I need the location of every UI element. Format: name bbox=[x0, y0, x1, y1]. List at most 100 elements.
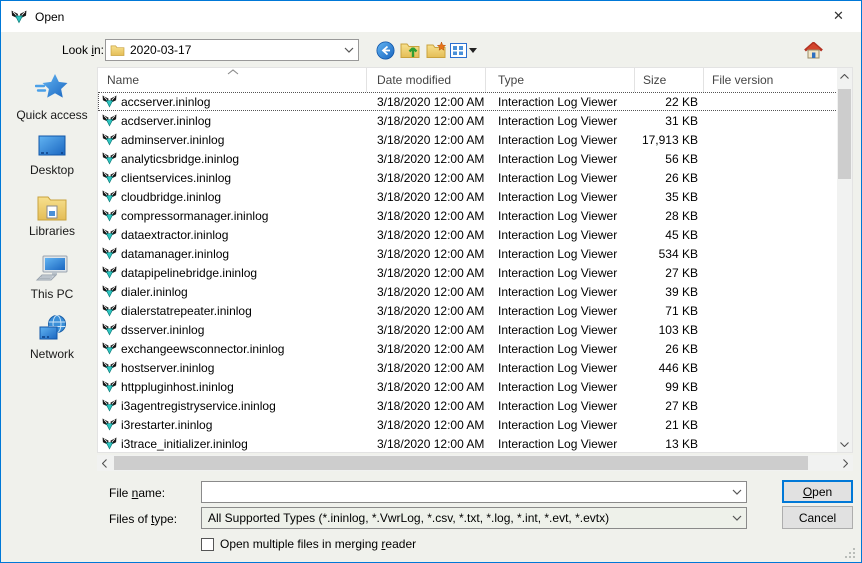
file-date-modified-text: 3/18/2020 12:00 AM bbox=[367, 418, 486, 432]
file-name-text: analyticsbridge.ininlog bbox=[121, 152, 239, 166]
file-type-text: Interaction Log Viewer bbox=[486, 133, 635, 147]
file-row[interactable]: dialerstatrepeater.ininlog 3/18/2020 12:… bbox=[98, 301, 838, 320]
file-row[interactable]: dsserver.ininlog 3/18/2020 12:00 AM Inte… bbox=[98, 320, 838, 339]
file-size-text: 31 KB bbox=[635, 114, 704, 128]
file-size-text: 21 KB bbox=[635, 418, 704, 432]
column-header-file-version[interactable]: File version bbox=[704, 68, 838, 92]
ininlog-file-icon bbox=[102, 246, 117, 261]
file-row[interactable]: datapipelinebridge.ininlog 3/18/2020 12:… bbox=[98, 263, 838, 282]
scroll-right-icon[interactable] bbox=[838, 455, 853, 471]
column-header-type[interactable]: Type bbox=[486, 68, 635, 92]
file-size-text: 13 KB bbox=[635, 437, 704, 451]
sidebar-item-label: Quick access bbox=[16, 108, 87, 122]
file-type-text: Interaction Log Viewer bbox=[486, 114, 635, 128]
file-type-text: Interaction Log Viewer bbox=[486, 285, 635, 299]
sort-ascending-icon bbox=[227, 69, 239, 75]
sidebar-item-network[interactable]: Network bbox=[7, 314, 97, 361]
file-row[interactable]: clientservices.ininlog 3/18/2020 12:00 A… bbox=[98, 168, 838, 187]
file-date-modified-text: 3/18/2020 12:00 AM bbox=[367, 190, 486, 204]
file-size-text: 26 KB bbox=[635, 171, 704, 185]
file-row[interactable]: exchangeewsconnector.ininlog 3/18/2020 1… bbox=[98, 339, 838, 358]
sidebar-item-desktop[interactable]: Desktop bbox=[7, 134, 97, 177]
file-name-text: dialerstatrepeater.ininlog bbox=[121, 304, 252, 318]
file-row[interactable]: acdserver.ininlog 3/18/2020 12:00 AM Int… bbox=[98, 111, 838, 130]
file-row[interactable]: compressormanager.ininlog 3/18/2020 12:0… bbox=[98, 206, 838, 225]
look-in-dropdown[interactable]: 2020-03-17 bbox=[105, 39, 359, 61]
file-name-text: dsserver.ininlog bbox=[121, 323, 204, 337]
file-row[interactable]: i3restarter.ininlog 3/18/2020 12:00 AM I… bbox=[98, 415, 838, 434]
file-date-modified-text: 3/18/2020 12:00 AM bbox=[367, 266, 486, 280]
up-one-level-icon[interactable] bbox=[399, 40, 421, 60]
column-header-date-modified[interactable]: Date modified bbox=[367, 68, 486, 92]
app-logo-icon bbox=[11, 9, 27, 25]
file-size-text: 28 KB bbox=[635, 209, 704, 223]
file-size-text: 534 KB bbox=[635, 247, 704, 261]
horizontal-scrollbar[interactable] bbox=[97, 455, 853, 471]
vertical-scroll-thumb[interactable] bbox=[838, 89, 851, 179]
file-date-modified-text: 3/18/2020 12:00 AM bbox=[367, 95, 486, 109]
file-row[interactable]: accserver.ininlog 3/18/2020 12:00 AM Int… bbox=[98, 92, 838, 111]
file-row[interactable]: dataextractor.ininlog 3/18/2020 12:00 AM… bbox=[98, 225, 838, 244]
file-row[interactable]: datamanager.ininlog 3/18/2020 12:00 AM I… bbox=[98, 244, 838, 263]
sidebar-item-quick-access[interactable]: Quick access bbox=[7, 73, 97, 122]
scroll-left-icon[interactable] bbox=[97, 455, 112, 471]
chevron-down-icon[interactable] bbox=[340, 40, 358, 60]
file-type-text: Interaction Log Viewer bbox=[486, 95, 635, 109]
files-of-type-dropdown[interactable]: All Supported Types (*.ininlog, *.VwrLog… bbox=[201, 507, 747, 529]
file-date-modified-text: 3/18/2020 12:00 AM bbox=[367, 171, 486, 185]
file-size-text: 56 KB bbox=[635, 152, 704, 166]
file-name-text: adminserver.ininlog bbox=[121, 133, 224, 147]
scroll-down-icon[interactable] bbox=[837, 436, 852, 452]
sidebar-item-label: Network bbox=[30, 347, 74, 361]
horizontal-scroll-thumb[interactable] bbox=[114, 456, 808, 470]
file-size-text: 27 KB bbox=[635, 266, 704, 280]
file-date-modified-text: 3/18/2020 12:00 AM bbox=[367, 114, 486, 128]
view-menu-icon[interactable] bbox=[448, 40, 478, 60]
sidebar-item-this-pc[interactable]: This PC bbox=[7, 254, 97, 301]
file-name-text: dataextractor.ininlog bbox=[121, 228, 228, 242]
file-size-text: 17,913 KB bbox=[635, 133, 704, 147]
sidebar-item-label: This PC bbox=[31, 287, 74, 301]
vertical-scrollbar[interactable] bbox=[837, 68, 852, 452]
sidebar-item-libraries[interactable]: Libraries bbox=[7, 194, 97, 238]
home-icon[interactable] bbox=[802, 40, 824, 60]
file-name-text: cloudbridge.ininlog bbox=[121, 190, 221, 204]
file-type-text: Interaction Log Viewer bbox=[486, 380, 635, 394]
close-icon[interactable]: ✕ bbox=[816, 1, 861, 31]
file-date-modified-text: 3/18/2020 12:00 AM bbox=[367, 380, 486, 394]
column-header-size[interactable]: Size bbox=[635, 68, 704, 92]
this-pc-computer-icon bbox=[35, 254, 69, 284]
merge-reader-checkbox[interactable] bbox=[201, 538, 214, 551]
ininlog-file-icon bbox=[102, 94, 117, 109]
back-icon[interactable] bbox=[374, 40, 396, 60]
scroll-up-icon[interactable] bbox=[837, 68, 852, 84]
sidebar-item-label: Libraries bbox=[29, 224, 75, 238]
file-type-text: Interaction Log Viewer bbox=[486, 323, 635, 337]
title-bar[interactable]: Open ✕ bbox=[1, 1, 861, 32]
file-name-text: exchangeewsconnector.ininlog bbox=[121, 342, 284, 356]
file-row[interactable]: i3agentregistryservice.ininlog 3/18/2020… bbox=[98, 396, 838, 415]
file-list: Name Date modified Type Size File versio… bbox=[97, 67, 853, 453]
file-row[interactable]: analyticsbridge.ininlog 3/18/2020 12:00 … bbox=[98, 149, 838, 168]
chevron-down-icon[interactable] bbox=[728, 508, 746, 528]
file-row[interactable]: i3trace_initializer.ininlog 3/18/2020 12… bbox=[98, 434, 838, 453]
file-row[interactable]: dialer.ininlog 3/18/2020 12:00 AM Intera… bbox=[98, 282, 838, 301]
file-row[interactable]: httppluginhost.ininlog 3/18/2020 12:00 A… bbox=[98, 377, 838, 396]
chevron-down-icon[interactable] bbox=[728, 482, 746, 502]
file-type-text: Interaction Log Viewer bbox=[486, 361, 635, 375]
open-button[interactable]: Open bbox=[782, 480, 853, 503]
file-size-text: 35 KB bbox=[635, 190, 704, 204]
file-row[interactable]: cloudbridge.ininlog 3/18/2020 12:00 AM I… bbox=[98, 187, 838, 206]
file-date-modified-text: 3/18/2020 12:00 AM bbox=[367, 342, 486, 356]
merge-reader-checkbox-row[interactable]: Open multiple files in merging reader bbox=[201, 537, 416, 551]
ininlog-file-icon bbox=[102, 170, 117, 185]
file-row[interactable]: hostserver.ininlog 3/18/2020 12:00 AM In… bbox=[98, 358, 838, 377]
resize-grip[interactable] bbox=[845, 548, 855, 558]
ininlog-file-icon bbox=[102, 284, 117, 299]
file-row[interactable]: adminserver.ininlog 3/18/2020 12:00 AM I… bbox=[98, 130, 838, 149]
cancel-button[interactable]: Cancel bbox=[782, 506, 853, 529]
file-name-input[interactable] bbox=[202, 482, 728, 502]
create-new-folder-icon[interactable] bbox=[425, 40, 447, 60]
file-type-text: Interaction Log Viewer bbox=[486, 190, 635, 204]
file-type-text: Interaction Log Viewer bbox=[486, 304, 635, 318]
